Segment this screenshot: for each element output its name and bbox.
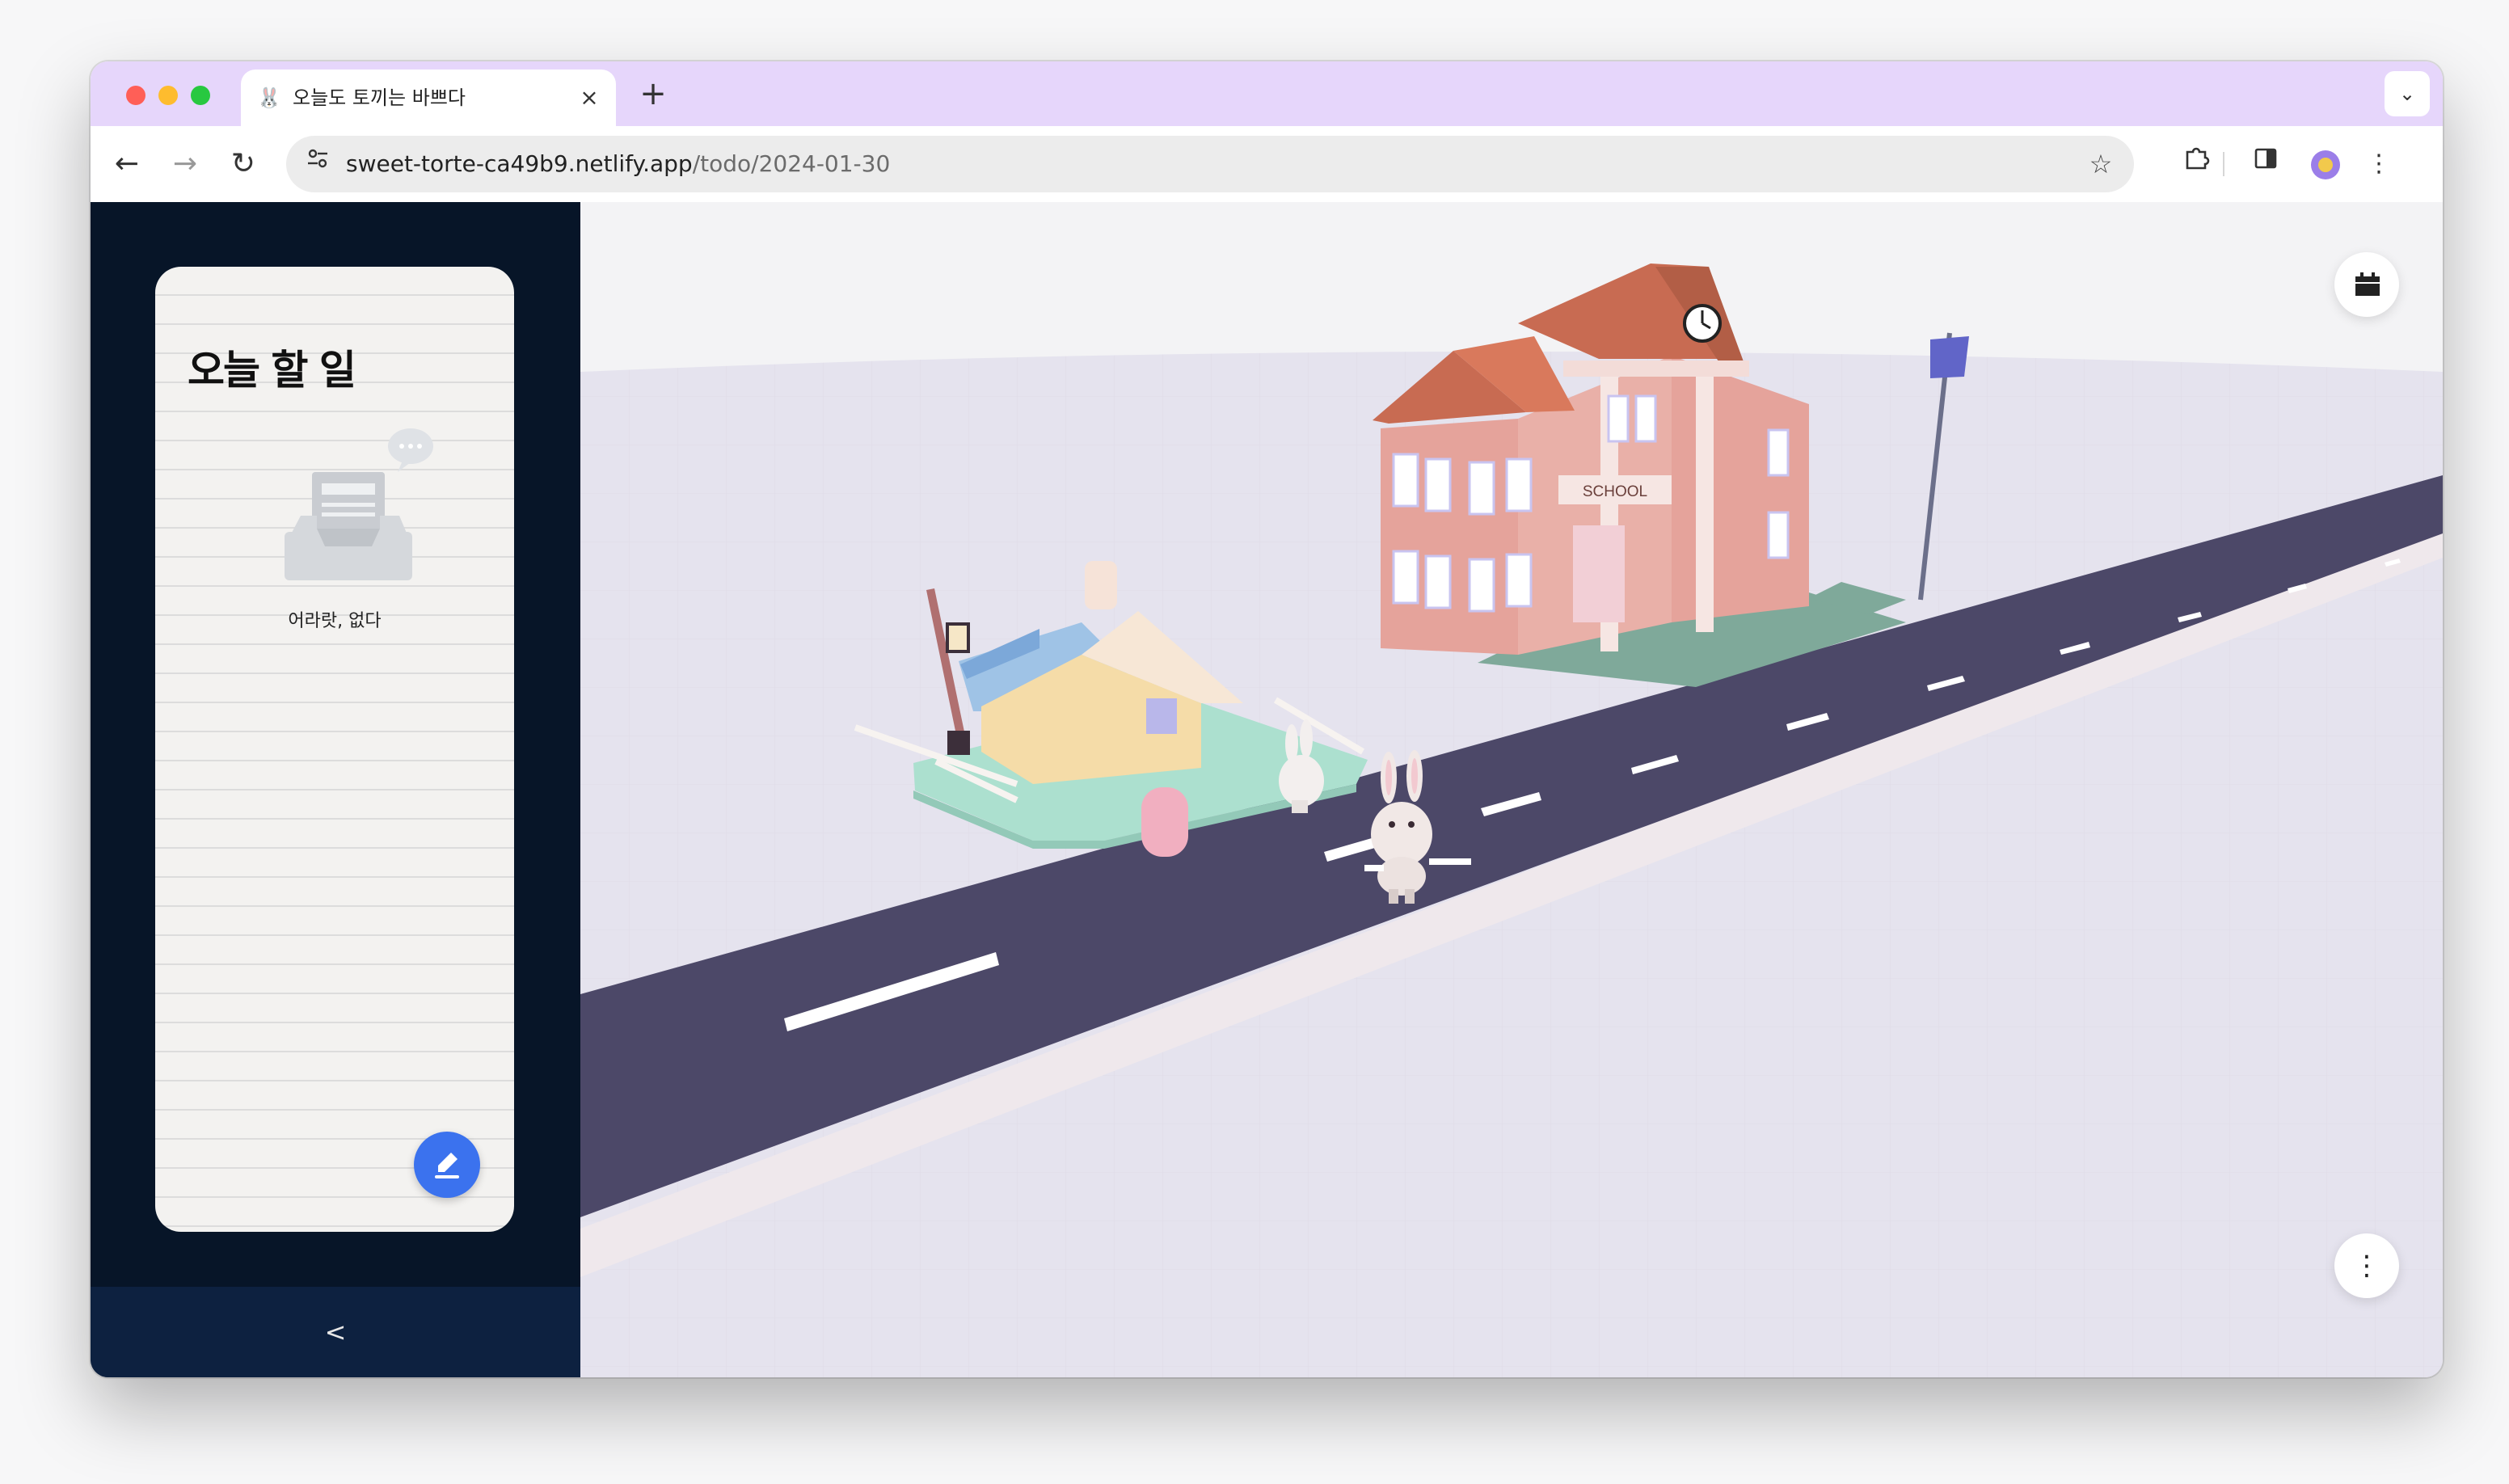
extensions-icon[interactable] [2176, 144, 2216, 184]
page-content: 오늘 할 일 어라랏, 없다 < SCHOOL ⋮ [91, 202, 2443, 1377]
browser-window: 🐰 오늘도 토끼는 바쁘다 × + ⌄ ← → ↻ sweet-torte-ca… [91, 61, 2443, 1377]
tab-active[interactable]: 🐰 오늘도 토끼는 바쁘다 × [241, 70, 616, 126]
url-host: sweet-torte-ca49b9.netlify.app [346, 150, 693, 177]
url-path: /todo/2024-01-30 [692, 150, 891, 177]
calendar-button[interactable] [2334, 252, 2399, 317]
tab-close-icon[interactable]: × [576, 84, 603, 112]
new-tab-button[interactable]: + [635, 78, 671, 113]
window-close-button[interactable] [126, 86, 145, 105]
window-minimize-button[interactable] [158, 86, 178, 105]
more-options-button[interactable]: ⋮ [2334, 1233, 2399, 1298]
side-panel-icon[interactable] [2245, 144, 2286, 184]
kebab-menu-icon[interactable]: ⋮ [2359, 144, 2399, 184]
write-todo-button[interactable] [414, 1132, 480, 1198]
tab-title: 오늘도 토끼는 바쁘다 [293, 86, 466, 109]
browser-toolbar: ← → ↻ sweet-torte-ca49b9.netlify.app/tod… [91, 126, 2443, 204]
profile-avatar[interactable] [2305, 144, 2346, 184]
tab-search-chevron-down-icon[interactable]: ⌄ [2385, 71, 2430, 116]
window-maximize-button[interactable] [191, 86, 210, 105]
rabbit-favicon-icon: 🐰 [257, 86, 281, 109]
url-text[interactable]: sweet-torte-ca49b9.netlify.app/todo/2024… [346, 149, 890, 179]
todo-card: 오늘 할 일 어라랏, 없다 [155, 267, 514, 1232]
collapse-sidebar-button[interactable]: < [317, 1309, 354, 1355]
site-info-icon[interactable] [299, 145, 336, 183]
calendar-icon [2355, 272, 2380, 296]
reload-icon[interactable]: ↻ [223, 144, 264, 184]
forward-arrow-icon[interactable]: → [165, 144, 205, 184]
school-sign-text: SCHOOL [1583, 483, 1647, 500]
todo-sidebar: 오늘 할 일 어라랏, 없다 < [91, 202, 580, 1377]
back-arrow-icon[interactable]: ← [107, 144, 147, 184]
tab-strip: 🐰 오늘도 토끼는 바쁘다 × + ⌄ [91, 61, 2443, 126]
todo-title: 오늘 할 일 [188, 347, 356, 394]
empty-message: 어라랏, 없다 [288, 611, 382, 631]
sidebar-collapse-bar: < [91, 1287, 580, 1377]
bookmark-star-icon[interactable]: ☆ [2082, 145, 2119, 183]
pencil-icon [435, 1153, 459, 1178]
toolbar-divider [2223, 152, 2224, 176]
3d-scene-canvas[interactable]: SCHOOL ⋮ [580, 202, 2443, 1377]
empty-inbox-icon [285, 428, 433, 580]
address-bar[interactable]: sweet-torte-ca49b9.netlify.app/todo/2024… [286, 136, 2134, 192]
